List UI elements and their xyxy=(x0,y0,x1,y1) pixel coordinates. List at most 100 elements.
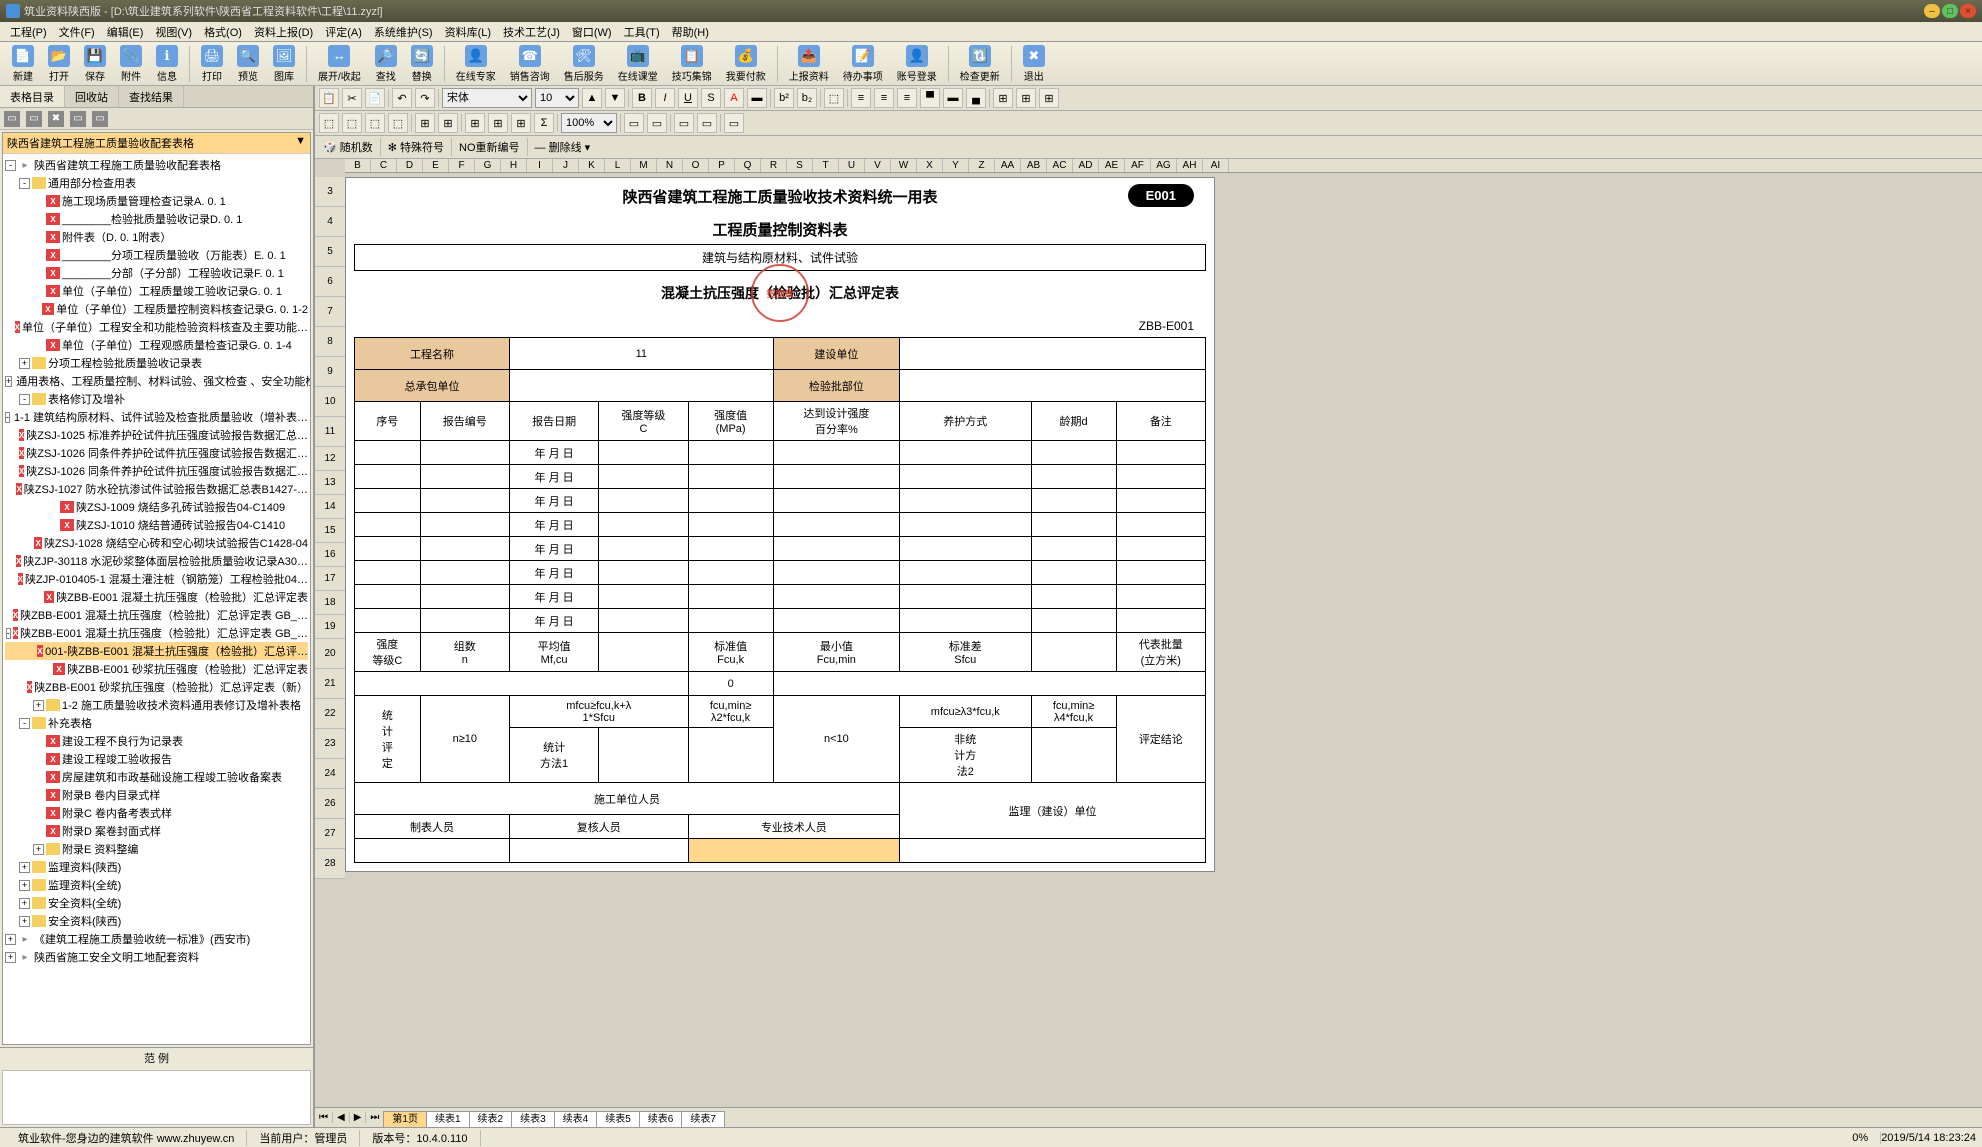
sheet-tab[interactable]: 续表5 xyxy=(596,1111,640,1127)
menu-item[interactable]: 文件(F) xyxy=(53,24,101,40)
tree-item[interactable]: -表格修订及增补 xyxy=(5,390,308,408)
col-header[interactable]: R xyxy=(761,159,787,172)
tree-header[interactable]: 陕西省建筑工程施工质量验收配套表格▼ xyxy=(3,133,310,154)
strikeline-btn[interactable]: — 删除线 ▾ xyxy=(531,139,595,155)
col-header[interactable]: N xyxy=(657,159,683,172)
tree-item[interactable]: X附录C 卷内备考表式样 xyxy=(5,804,308,822)
special-char-btn[interactable]: ✻ 特殊符号 xyxy=(384,139,448,155)
t2-4[interactable]: ⬚ xyxy=(388,113,408,133)
col-header[interactable]: D xyxy=(397,159,423,172)
tree-item[interactable]: X附件表（D. 0. 1附表） xyxy=(5,228,308,246)
sheet-area[interactable]: BCDEFGHIJKLMNOPQRSTUVWXYZAAABACADAEAFAGA… xyxy=(315,159,1982,1107)
toolbar-打印[interactable]: 🖨打印 xyxy=(195,43,229,85)
t2-12[interactable]: ▭ xyxy=(647,113,667,133)
col-header[interactable]: L xyxy=(605,159,631,172)
col-header[interactable]: I xyxy=(527,159,553,172)
toolbar-查找[interactable]: 🔎查找 xyxy=(369,43,403,85)
zoom-select[interactable]: 100% xyxy=(561,113,617,133)
menu-item[interactable]: 评定(A) xyxy=(319,24,368,40)
tree-item[interactable]: +▸《建筑工程施工质量验收统一标准》(西安市) xyxy=(5,930,308,948)
tree-item[interactable]: +▸陕西省施工安全文明工地配套资料 xyxy=(5,948,308,966)
col-header[interactable]: V xyxy=(865,159,891,172)
italic-icon[interactable]: I xyxy=(655,88,675,108)
menu-item[interactable]: 窗口(W) xyxy=(566,24,618,40)
t2-3[interactable]: ⬚ xyxy=(365,113,385,133)
menu-item[interactable]: 资料库(L) xyxy=(439,24,497,40)
tree-item[interactable]: X陕ZBB-E001 砂浆抗压强度（检验批）汇总评定表（新） xyxy=(5,678,308,696)
toolbar-新建[interactable]: 📄新建 xyxy=(6,43,40,85)
sheet-tab[interactable]: 第1页 xyxy=(383,1111,427,1127)
tree-item[interactable]: +通用表格、工程质量控制、材料试验、强文检查 、安全功能检… xyxy=(5,372,308,390)
color-icon[interactable]: A xyxy=(724,88,744,108)
tab-last[interactable]: ⏭ xyxy=(366,1112,384,1123)
col-header[interactable]: AG xyxy=(1151,159,1177,172)
tree-item[interactable]: X单位（子单位）工程安全和功能检验资料核查及主要功能… xyxy=(5,318,308,336)
tree-item[interactable]: +附录E 资料整编 xyxy=(5,840,308,858)
menu-item[interactable]: 工程(P) xyxy=(4,24,53,40)
align-left-icon[interactable]: ≡ xyxy=(851,88,871,108)
t2-14[interactable]: ▭ xyxy=(697,113,717,133)
t2-7[interactable]: ⊞ xyxy=(465,113,485,133)
col-header[interactable]: E xyxy=(423,159,449,172)
tree-item[interactable]: X单位（子单位）工程质量竣工验收记录G. 0. 1 xyxy=(5,282,308,300)
col-header[interactable]: AD xyxy=(1073,159,1099,172)
tree-item[interactable]: X001-陕ZBB-E001 混凝土抗压强度（检验批）汇总评… xyxy=(5,642,308,660)
renumber-btn[interactable]: NO重新编号 xyxy=(455,139,524,155)
window-minimize[interactable]: – xyxy=(1924,4,1940,18)
tree-tool-4[interactable]: ▭ xyxy=(70,111,86,127)
toolbar-待办事项[interactable]: 📝待办事项 xyxy=(837,43,889,85)
col-header[interactable]: AF xyxy=(1125,159,1151,172)
tree-item[interactable]: X陕ZBB-E001 混凝土抗压强度（检验批）汇总评定表 GB_… xyxy=(5,606,308,624)
menu-item[interactable]: 资料上报(D) xyxy=(248,24,319,40)
tree-item[interactable]: +安全资料(全统) xyxy=(5,894,308,912)
left-tab[interactable]: 回收站 xyxy=(65,86,119,107)
tree-item[interactable]: X建设工程不良行为记录表 xyxy=(5,732,308,750)
t2-1[interactable]: ⬚ xyxy=(319,113,339,133)
tree-item[interactable]: X陕ZSJ-1009 烧结多孔砖试验报告04-C1409 xyxy=(5,498,308,516)
col-header[interactable]: T xyxy=(813,159,839,172)
toolbar-预览[interactable]: 🔍预览 xyxy=(231,43,265,85)
tree-item[interactable]: X单位（子单位）工程观感质量检查记录G. 0. 1-4 xyxy=(5,336,308,354)
toolbar-图库[interactable]: 🖼图库 xyxy=(267,43,301,85)
sheet-tab[interactable]: 续表4 xyxy=(554,1111,598,1127)
col-header[interactable]: F xyxy=(449,159,475,172)
tree-item[interactable]: X陕ZJP-010405-1 混凝土灌注桩（钢筋笼）工程检验批04… xyxy=(5,570,308,588)
align-right-icon[interactable]: ≡ xyxy=(897,88,917,108)
border-1-icon[interactable]: ⊞ xyxy=(993,88,1013,108)
toolbar-售后服务[interactable]: 🛠售后服务 xyxy=(558,43,610,85)
col-header[interactable]: J xyxy=(553,159,579,172)
tree-item[interactable]: -1-1 建筑结构原材料、试件试验及检查批质量验收（增补表… xyxy=(5,408,308,426)
t2-5[interactable]: ⊞ xyxy=(415,113,435,133)
tree-item[interactable]: +监理资料(全统) xyxy=(5,876,308,894)
tree-item[interactable]: X________分部（子分部）工程验收记录F. 0. 1 xyxy=(5,264,308,282)
tree-item[interactable]: X________检验批质量验收记录D. 0. 1 xyxy=(5,210,308,228)
tree-item[interactable]: X陕ZBB-E001 砂浆抗压强度（检验批）汇总评定表 xyxy=(5,660,308,678)
tree-item[interactable]: X陕ZSJ-1010 烧结普通砖试验报告04-C1410 xyxy=(5,516,308,534)
sheet-tab[interactable]: 续表6 xyxy=(639,1111,683,1127)
toolbar-我要付款[interactable]: 💰我要付款 xyxy=(720,43,772,85)
col-header[interactable]: AA xyxy=(995,159,1021,172)
toolbar-上报资料[interactable]: 📤上报资料 xyxy=(783,43,835,85)
tree-tool-2[interactable]: ▭ xyxy=(26,111,42,127)
valign-top-icon[interactable]: ▀ xyxy=(920,88,940,108)
tree-tool-5[interactable]: ▭ xyxy=(92,111,108,127)
border-3-icon[interactable]: ⊞ xyxy=(1039,88,1059,108)
toolbar-替换[interactable]: 🔄替换 xyxy=(405,43,439,85)
tree-item[interactable]: X施工现场质量管理检查记录A. 0. 1 xyxy=(5,192,308,210)
link-icon[interactable]: ⬚ xyxy=(824,88,844,108)
menu-item[interactable]: 视图(V) xyxy=(149,24,198,40)
tab-prev[interactable]: ◀ xyxy=(333,1112,350,1123)
tree-tool-3[interactable]: ✖ xyxy=(48,111,64,127)
bold-icon[interactable]: B xyxy=(632,88,652,108)
size-select[interactable]: 10 xyxy=(535,88,579,108)
col-header[interactable]: U xyxy=(839,159,865,172)
random-btn[interactable]: 🎲 随机数 xyxy=(319,139,377,155)
tree-item[interactable]: X陕ZJP-30118 水泥砂浆整体面层检验批质量验收记录A30… xyxy=(5,552,308,570)
col-header[interactable]: Y xyxy=(943,159,969,172)
tree-item[interactable]: +安全资料(陕西) xyxy=(5,912,308,930)
col-header[interactable]: G xyxy=(475,159,501,172)
toolbar-在线专家[interactable]: 👤在线专家 xyxy=(450,43,502,85)
col-header[interactable]: AH xyxy=(1177,159,1203,172)
sheet-tab[interactable]: 续表1 xyxy=(426,1111,470,1127)
undo-icon[interactable]: ↶ xyxy=(392,88,412,108)
